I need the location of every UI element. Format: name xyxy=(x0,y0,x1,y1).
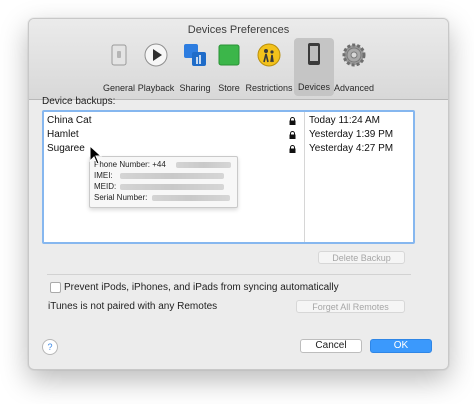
column-divider xyxy=(304,112,305,242)
tooltip-meid: MEID: xyxy=(94,182,117,191)
window-title: Devices Preferences xyxy=(187,24,290,36)
play-icon xyxy=(144,43,168,67)
preferences-window: Devices Preferences General Playback Sha… xyxy=(28,18,449,370)
separator xyxy=(47,274,411,275)
backup-row-name[interactable]: Sugaree xyxy=(47,143,85,154)
prevent-sync-checkbox[interactable] xyxy=(50,282,61,293)
toolbar-item-restrictions[interactable]: Restrictions xyxy=(245,39,293,97)
cancel-button[interactable]: Cancel xyxy=(300,339,362,353)
toolbar-label-advanced: Advanced xyxy=(333,83,375,93)
tooltip-phone-number: Phone Number: +44 xyxy=(94,160,166,169)
redacted-serial xyxy=(152,195,230,201)
toolbar: Devices Preferences General Playback Sha… xyxy=(29,19,448,100)
help-button[interactable]: ? xyxy=(42,339,58,355)
backup-row-name[interactable]: Hamlet xyxy=(47,129,79,140)
forget-all-remotes-button[interactable]: Forget All Remotes xyxy=(296,300,405,313)
mouse-cursor-icon xyxy=(89,145,103,165)
backup-row-date: Yesterday 4:27 PM xyxy=(309,143,394,154)
delete-backup-button[interactable]: Delete Backup xyxy=(318,251,405,264)
backup-row-date: Today 11:24 AM xyxy=(309,115,380,126)
device-info-tooltip: Phone Number: +44 IMEI: MEID: Serial Num… xyxy=(89,156,238,208)
general-icon xyxy=(111,44,127,66)
device-icon xyxy=(308,43,320,65)
redacted-meid xyxy=(120,184,224,190)
backup-row-name[interactable]: China Cat xyxy=(47,115,91,126)
gear-icon xyxy=(342,43,366,67)
lock-icon xyxy=(289,117,296,125)
store-icon xyxy=(218,44,240,66)
tooltip-serial-number: Serial Number: xyxy=(94,193,148,202)
backups-heading: Device backups: xyxy=(42,96,116,107)
tooltip-imei: IMEI: xyxy=(94,171,113,180)
redacted-phone xyxy=(176,162,231,168)
lock-icon xyxy=(289,145,296,153)
backup-row-date: Yesterday 1:39 PM xyxy=(309,129,394,140)
lock-icon xyxy=(289,131,296,139)
toolbar-item-advanced[interactable]: Advanced xyxy=(334,39,374,97)
redacted-imei xyxy=(120,173,224,179)
sharing-icon xyxy=(184,44,206,66)
remotes-status-text: iTunes is not paired with any Remotes xyxy=(48,301,218,312)
restrictions-icon xyxy=(257,43,281,67)
ok-button[interactable]: OK xyxy=(370,339,432,353)
prevent-sync-label: Prevent iPods, iPhones, and iPads from s… xyxy=(64,282,339,293)
